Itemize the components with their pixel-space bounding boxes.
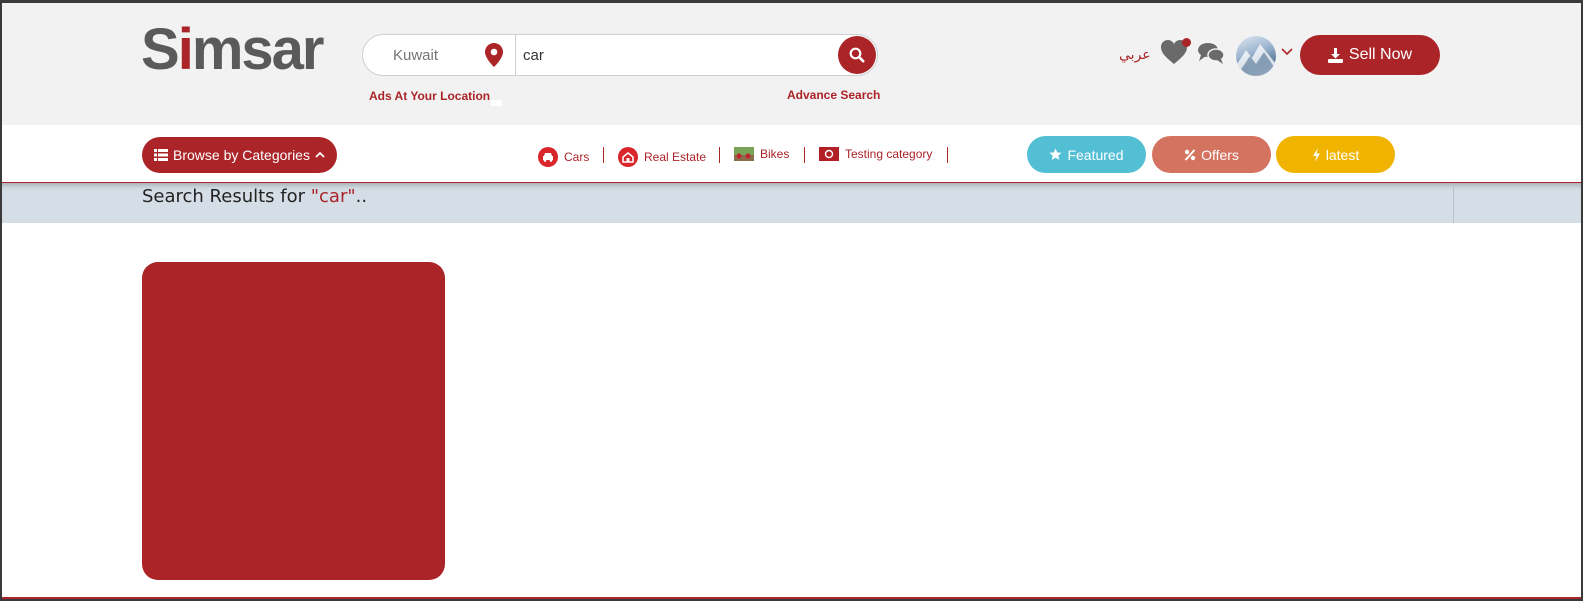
footer-border (2, 597, 1581, 599)
category-bikes[interactable]: Bikes (734, 147, 789, 161)
car-icon (538, 147, 558, 167)
featured-button[interactable]: Featured (1027, 136, 1146, 173)
category-separator (804, 147, 805, 163)
site-header: Simsar Ads At Your Location Advance Sear… (2, 3, 1581, 125)
chat-icon[interactable] (1197, 41, 1225, 65)
simsar-logo[interactable]: Simsar (141, 21, 324, 79)
results-header-bar: Search Results for "car".. (2, 183, 1581, 223)
notification-dot (1182, 38, 1191, 47)
results-bar-divider (1453, 183, 1454, 223)
testing-thumbnail (819, 147, 839, 161)
search-icon (849, 47, 865, 63)
user-avatar[interactable] (1236, 36, 1276, 76)
latest-button[interactable]: latest (1276, 136, 1395, 173)
ads-at-location-link[interactable]: Ads At Your Location (369, 89, 490, 103)
language-switch-link[interactable]: عربي (1119, 47, 1151, 63)
small-marker (491, 100, 502, 106)
star-icon (1049, 148, 1063, 160)
house-icon (618, 147, 638, 167)
percent-icon (1184, 148, 1196, 161)
category-real-estate[interactable]: Real Estate (618, 147, 706, 167)
advance-search-link[interactable]: Advance Search (787, 88, 880, 102)
download-icon (1327, 47, 1343, 63)
chevron-down-icon[interactable] (1281, 47, 1293, 57)
category-bar: Browse by Categories Cars Real Estate Bi… (2, 125, 1581, 183)
chevron-up-icon (315, 151, 325, 158)
search-bar (362, 34, 878, 76)
search-input[interactable] (523, 35, 823, 75)
offers-button[interactable]: Offers (1152, 136, 1271, 173)
search-results-title: Search Results for "car".. (142, 186, 368, 207)
bikes-thumbnail (734, 147, 754, 161)
search-divider (515, 35, 516, 75)
category-testing[interactable]: Testing category (819, 147, 932, 161)
avatar-image (1236, 44, 1276, 76)
search-button[interactable] (838, 36, 876, 74)
bolt-icon (1312, 147, 1320, 162)
browser-viewport: Simsar Ads At Your Location Advance Sear… (0, 0, 1583, 601)
list-icon (154, 149, 169, 161)
sell-now-button[interactable]: Sell Now (1300, 35, 1440, 75)
category-separator (719, 147, 720, 163)
map-pin-icon[interactable] (485, 43, 503, 67)
browse-categories-button[interactable]: Browse by Categories (142, 137, 337, 173)
category-cars[interactable]: Cars (538, 147, 589, 167)
category-separator (603, 147, 604, 163)
result-card-placeholder[interactable] (142, 262, 445, 580)
category-separator (947, 147, 948, 163)
